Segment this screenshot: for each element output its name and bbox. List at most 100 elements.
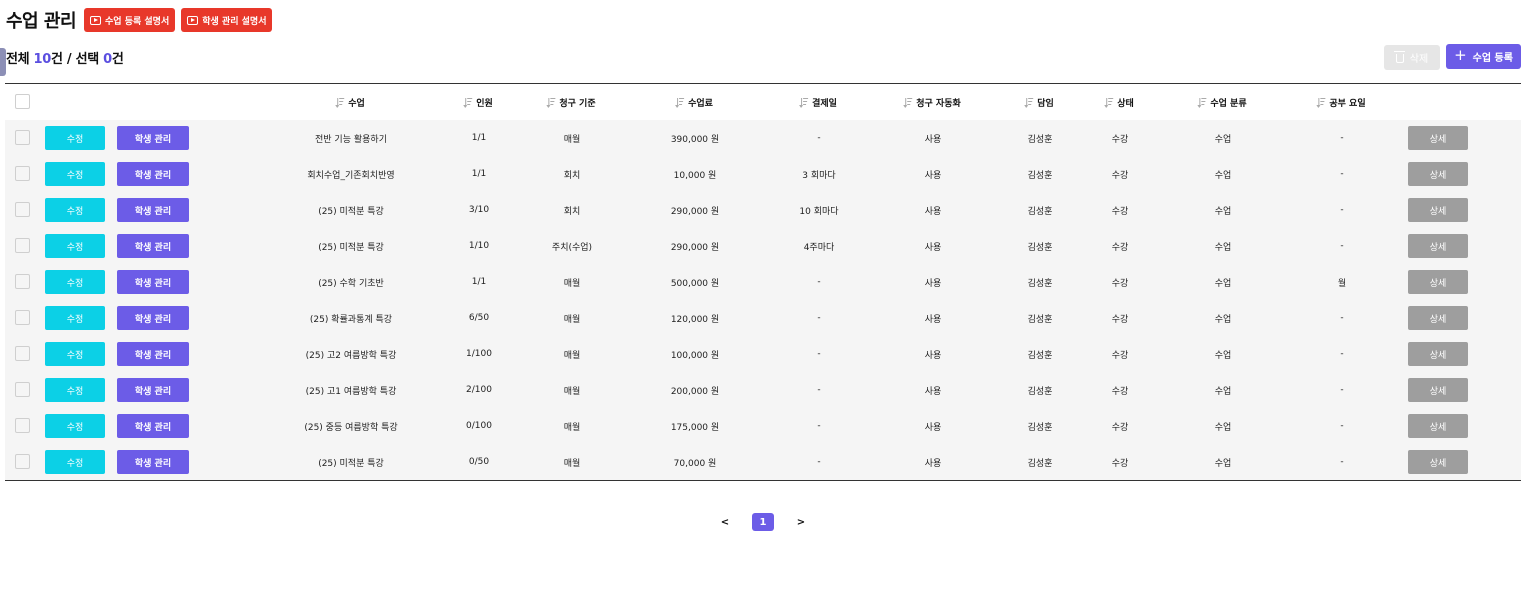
prev-page-button[interactable]: <: [718, 513, 732, 531]
detail-button[interactable]: 상세: [1408, 306, 1468, 330]
cell-people: 1/100: [466, 349, 492, 359]
student-guide-label: 학생 관리 설명서: [202, 16, 267, 27]
row-checkbox[interactable]: [15, 454, 30, 469]
column-header-payday[interactable]: 결제일: [799, 84, 837, 120]
sort-icon: [546, 97, 556, 108]
row-checkbox[interactable]: [15, 382, 30, 397]
cell-fee: 500,000 원: [670, 278, 720, 289]
column-header-category[interactable]: 수업 분류: [1197, 84, 1247, 120]
cell-fee: 100,000 원: [670, 350, 720, 361]
manage-students-button[interactable]: 학생 관리: [117, 306, 189, 330]
row-checkbox[interactable]: [15, 166, 30, 181]
student-guide-button[interactable]: 학생 관리 설명서: [181, 8, 273, 32]
manage-students-button[interactable]: 학생 관리: [117, 414, 189, 438]
row-checkbox[interactable]: [15, 346, 30, 361]
add-class-button[interactable]: + 수업 등록: [1446, 44, 1521, 69]
column-label: 공부 요일: [1329, 98, 1366, 109]
column-header-fee[interactable]: 수업료: [675, 84, 713, 120]
plus-icon: +: [1454, 46, 1467, 64]
cell-days: -: [1340, 349, 1344, 359]
youtube-icon: [187, 15, 199, 25]
edit-button[interactable]: 수정: [45, 342, 105, 366]
cell-billing: 회치: [563, 170, 581, 181]
manage-students-button[interactable]: 학생 관리: [117, 378, 189, 402]
edit-button[interactable]: 수정: [45, 234, 105, 258]
column-header-teacher[interactable]: 담임: [1024, 84, 1054, 120]
cell-people: 1/10: [468, 241, 490, 251]
column-label: 수업: [348, 98, 365, 109]
manage-students-button[interactable]: 학생 관리: [117, 234, 189, 258]
manage-students-button[interactable]: 학생 관리: [117, 126, 189, 150]
detail-button[interactable]: 상세: [1408, 198, 1468, 222]
cell-auto: 사용: [924, 314, 942, 325]
detail-button[interactable]: 상세: [1408, 126, 1468, 150]
class-guide-button[interactable]: 수업 등록 설명서: [84, 8, 176, 32]
sort-icon: [1024, 97, 1034, 108]
cell-payday: -: [817, 277, 821, 287]
class-table: 수업 인원 청구 기준 수업료 결제일 청구 자동화 담임 상태 수업 분류 공부 요일 수정 학생…: [5, 83, 1521, 481]
sort-icon: [335, 97, 345, 108]
class-guide-label: 수업 등록 설명서: [105, 16, 170, 27]
cell-status: 수강: [1111, 134, 1129, 145]
cell-people: 6/50: [468, 313, 490, 323]
cell-people: 0/100: [466, 421, 492, 431]
row-checkbox[interactable]: [15, 202, 30, 217]
cell-auto: 사용: [924, 242, 942, 253]
cell-billing: 매월: [563, 314, 581, 325]
cell-status: 수강: [1111, 278, 1129, 289]
manage-students-button[interactable]: 학생 관리: [117, 198, 189, 222]
cell-fee: 70,000 원: [673, 458, 717, 469]
edit-button[interactable]: 수정: [45, 306, 105, 330]
column-header-auto[interactable]: 청구 자동화: [903, 84, 961, 120]
edit-button[interactable]: 수정: [45, 198, 105, 222]
cell-payday: 10 회마다: [799, 206, 839, 217]
row-checkbox[interactable]: [15, 274, 30, 289]
cell-auto: 사용: [924, 206, 942, 217]
next-page-button[interactable]: >: [794, 513, 808, 531]
cell-teacher: 김성훈: [1027, 386, 1053, 397]
cell-days: -: [1340, 385, 1344, 395]
delete-button[interactable]: 삭제: [1384, 45, 1440, 70]
row-checkbox[interactable]: [15, 310, 30, 325]
detail-button[interactable]: 상세: [1408, 342, 1468, 366]
detail-button[interactable]: 상세: [1408, 414, 1468, 438]
row-checkbox[interactable]: [15, 238, 30, 253]
row-checkbox[interactable]: [15, 130, 30, 145]
detail-button[interactable]: 상세: [1408, 234, 1468, 258]
column-header-billing[interactable]: 청구 기준: [546, 84, 596, 120]
manage-students-button[interactable]: 학생 관리: [117, 450, 189, 474]
cell-category: 수업: [1214, 170, 1232, 181]
column-header-class[interactable]: 수업: [335, 84, 365, 120]
column-label: 청구 자동화: [916, 98, 961, 109]
select-all-checkbox[interactable]: [15, 94, 30, 109]
edit-button[interactable]: 수정: [45, 414, 105, 438]
detail-button[interactable]: 상세: [1408, 270, 1468, 294]
cell-auto: 사용: [924, 422, 942, 433]
manage-students-button[interactable]: 학생 관리: [117, 270, 189, 294]
row-checkbox[interactable]: [15, 418, 30, 433]
edit-button[interactable]: 수정: [45, 126, 105, 150]
edit-button[interactable]: 수정: [45, 270, 105, 294]
detail-button[interactable]: 상세: [1408, 450, 1468, 474]
column-header-people[interactable]: 인원: [463, 84, 493, 120]
edit-button[interactable]: 수정: [45, 378, 105, 402]
cell-category: 수업: [1214, 134, 1232, 145]
manage-students-button[interactable]: 학생 관리: [117, 162, 189, 186]
detail-button[interactable]: 상세: [1408, 162, 1468, 186]
edit-button[interactable]: 수정: [45, 450, 105, 474]
table-row: 수정 학생 관리 (25) 중등 여름방학 특강 0/100 매월 175,000 원 - 사…: [5, 408, 1521, 444]
sort-icon: [1197, 97, 1207, 108]
edit-button[interactable]: 수정: [45, 162, 105, 186]
page-1-button[interactable]: 1: [752, 513, 774, 531]
cell-billing: 매월: [563, 422, 581, 433]
cell-category: 수업: [1214, 458, 1232, 469]
cell-category: 수업: [1214, 386, 1232, 397]
column-header-days[interactable]: 공부 요일: [1316, 84, 1366, 120]
table-row: 수정 학생 관리 (25) 미적분 특강 0/50 매월 70,000 원 - 사용 김성훈 수강…: [5, 444, 1521, 480]
detail-button[interactable]: 상세: [1408, 378, 1468, 402]
cell-teacher: 김성훈: [1027, 170, 1053, 181]
manage-students-button[interactable]: 학생 관리: [117, 342, 189, 366]
cell-billing: 매월: [563, 350, 581, 361]
column-header-status[interactable]: 상태: [1104, 84, 1134, 120]
cell-status: 수강: [1111, 170, 1129, 181]
